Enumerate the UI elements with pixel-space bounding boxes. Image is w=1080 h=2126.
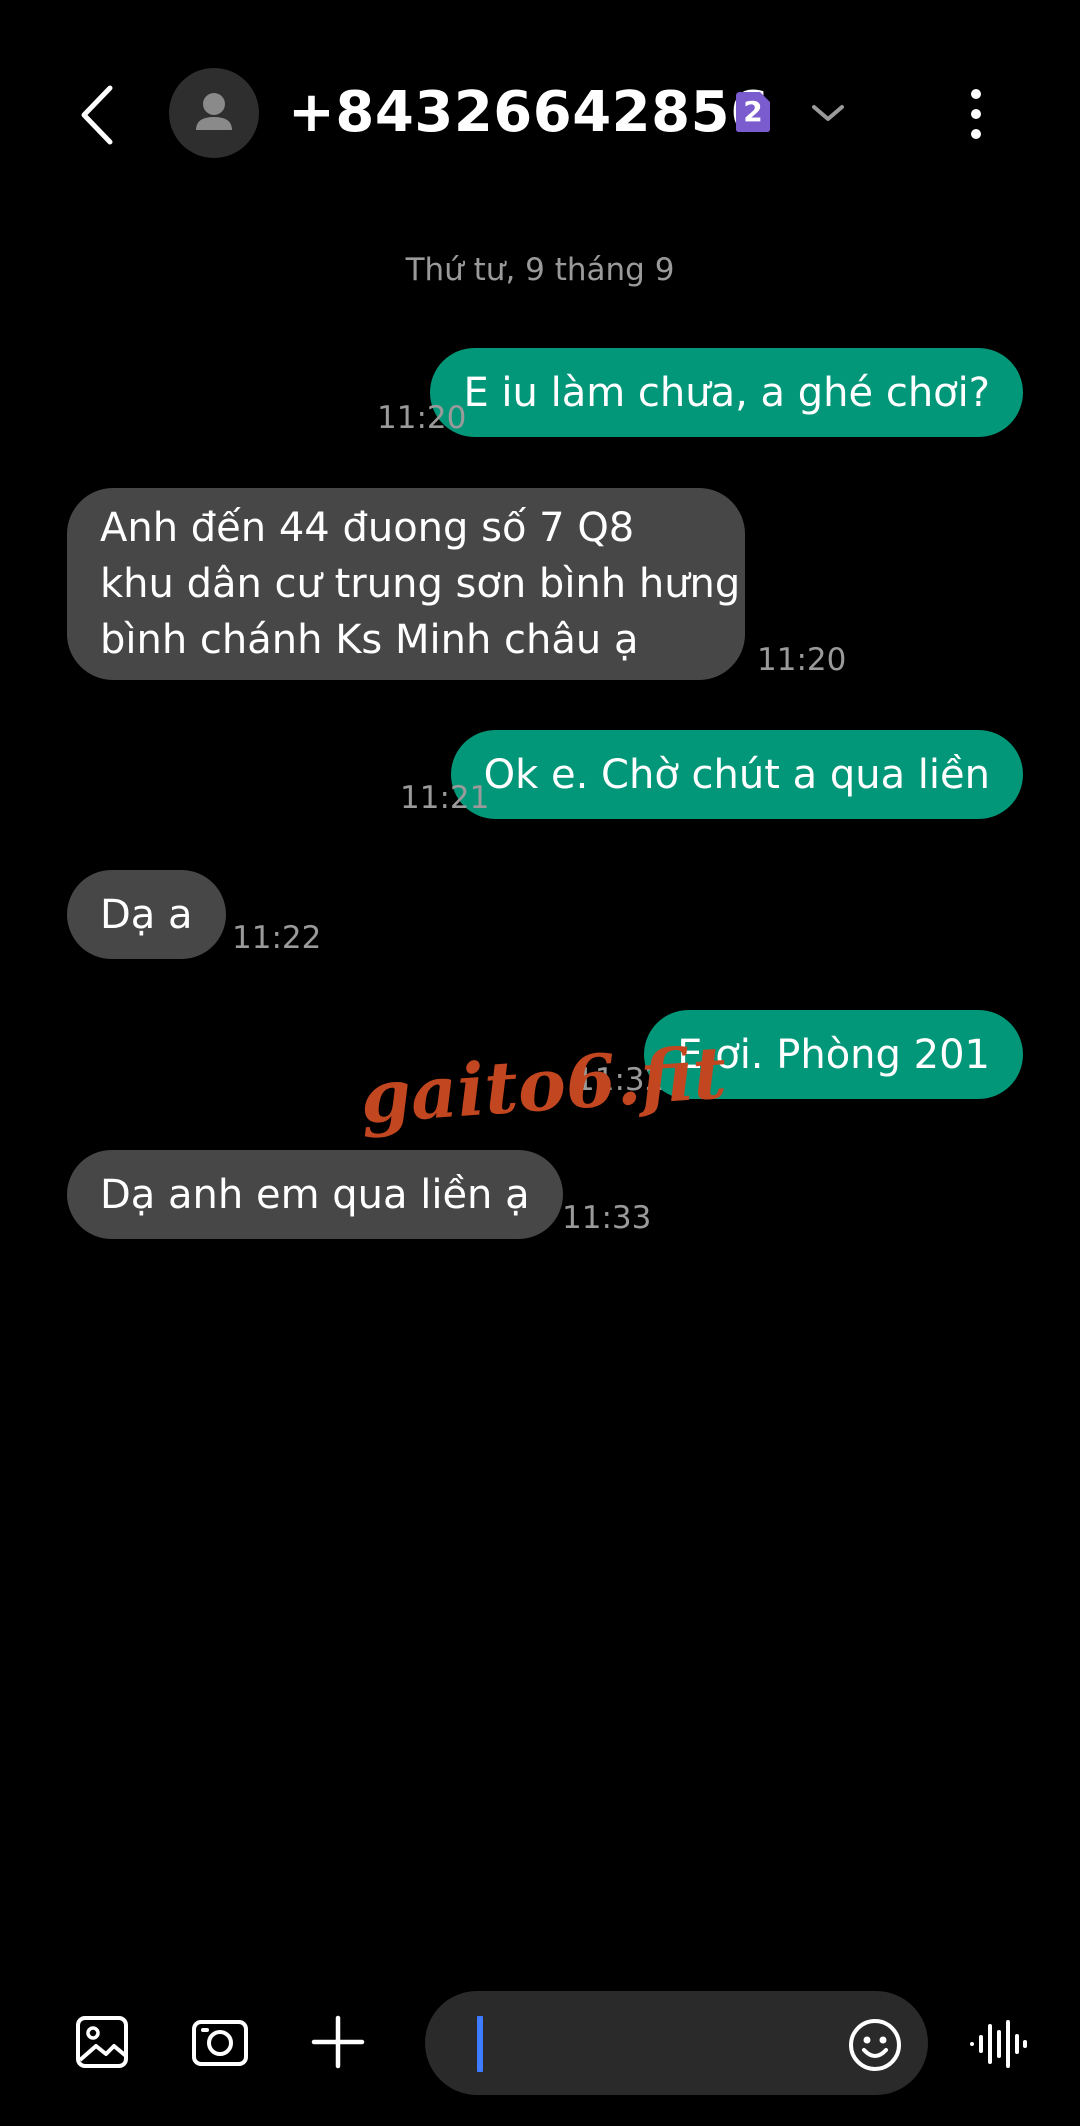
back-arrow-icon[interactable] [70,80,130,150]
sim-badge: 2 [733,90,773,134]
incoming-message-bubble[interactable]: Anh đến 44 đuong số 7 Q8 khu dân cư trun… [67,488,745,680]
incoming-message-bubble[interactable]: Dạ a [67,870,226,959]
incoming-message-bubble[interactable]: Dạ anh em qua liền ạ [67,1150,563,1239]
message-line: bình chánh Ks Minh châu ạ [100,617,639,663]
message-line: Anh đến 44 đuong số 7 Q8 [100,505,635,551]
message-text: Dạ anh em qua liền ạ [100,1171,530,1218]
person-icon [196,93,232,130]
chevron-down-icon[interactable] [808,98,848,128]
message-timestamp: 11:21 [400,780,490,816]
message-timestamp: 11:20 [377,400,467,436]
message-text: E iu làm chưa, a ghé chơi? [463,369,990,416]
message-text: Dạ a [100,891,193,938]
camera-icon[interactable] [188,2010,252,2074]
voice-icon[interactable] [968,2014,1028,2074]
contact-name[interactable]: +84326642856 [288,78,770,148]
emoji-icon[interactable] [845,2015,905,2075]
sim-number: 2 [743,95,763,128]
message-timestamp: 11:20 [757,642,847,678]
gallery-icon[interactable] [70,2010,134,2074]
message-line: khu dân cư trung sơn bình hưng [100,561,741,607]
outgoing-message-bubble[interactable]: E iu làm chưa, a ghé chơi? [430,348,1023,437]
more-vertical-icon[interactable] [960,86,992,142]
message-text: Ok e. Chờ chút a qua liền [483,751,990,798]
watermark: gaito6.fit [357,1029,729,1140]
message-timestamp: 11:22 [232,920,322,956]
date-separator: Thứ tư, 9 tháng 9 [405,252,675,288]
outgoing-message-bubble[interactable]: Ok e. Chờ chút a qua liền [450,730,1023,819]
plus-icon[interactable] [306,2010,370,2074]
message-timestamp: 11:33 [562,1200,652,1236]
avatar[interactable] [169,68,259,158]
text-cursor [477,2016,483,2072]
